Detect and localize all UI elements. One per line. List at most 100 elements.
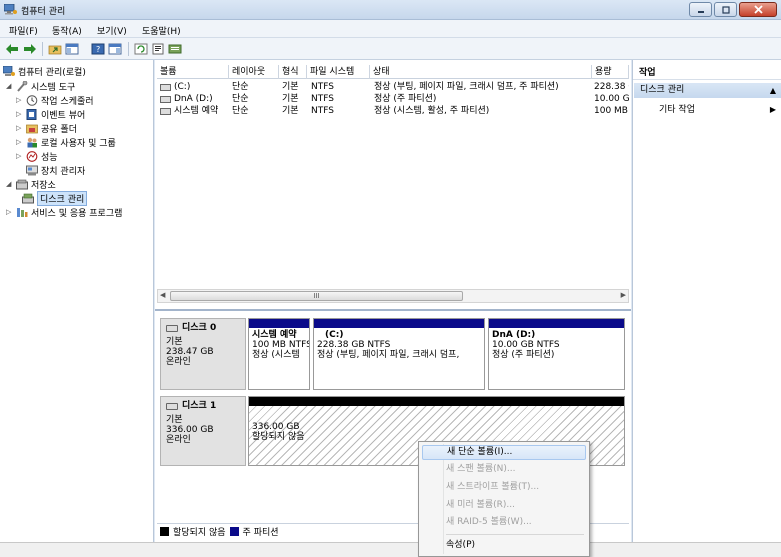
minimize-icon xyxy=(697,10,704,13)
help-button[interactable]: ? xyxy=(90,41,106,56)
legend-unallocated-label: 할당되지 않음 xyxy=(173,528,226,538)
back-button[interactable] xyxy=(4,41,20,56)
legend-primary-swatch xyxy=(229,527,239,536)
scrollbar-thumb[interactable]: III xyxy=(170,291,463,301)
disk-0-label[interactable]: 디스크 0 기본 238.47 GB 온라인 xyxy=(160,318,246,390)
maximize-icon xyxy=(721,5,730,14)
computer-management-icon xyxy=(3,65,15,76)
maximize-button[interactable] xyxy=(714,2,737,17)
tree-item-system-tools[interactable]: ◢ 시스템 도구 xyxy=(6,79,75,93)
column-header-type[interactable]: 형식 xyxy=(279,65,307,79)
forward-arrow-icon xyxy=(24,43,36,54)
collapse-up-icon[interactable]: ▲ xyxy=(770,83,776,98)
device-manager-icon xyxy=(26,165,38,175)
expand-arrow-icon[interactable]: ▷ xyxy=(16,110,24,118)
volume-table-header: 볼륨 레이아웃 형식 파일 시스템 상태 용량 xyxy=(157,65,629,79)
table-row[interactable]: (C:) 단순 기본 NTFS 정상 (부팅, 페이지 파일, 크래시 덤프, … xyxy=(157,81,629,93)
menu-action[interactable]: 동작(A) xyxy=(52,24,82,37)
title-bar: 컴퓨터 관리 xyxy=(0,0,781,20)
tree-item-shared-folders[interactable]: ▷ 공유 폴더 xyxy=(16,121,77,135)
folder-up-icon xyxy=(48,45,62,54)
menu-help[interactable]: 도움말(H) xyxy=(142,24,181,37)
table-row[interactable]: 시스템 예약 단순 기본 NTFS 정상 (시스템, 활성, 주 파티션) 10… xyxy=(157,105,629,117)
toolbar: ? xyxy=(0,38,781,60)
help-book-icon: ? xyxy=(91,43,105,54)
horizontal-scrollbar[interactable]: ◀ III ▶ xyxy=(157,289,629,303)
up-folder-button[interactable] xyxy=(47,41,63,56)
column-header-status[interactable]: 상태 xyxy=(370,65,592,79)
menu-view[interactable]: 보기(V) xyxy=(97,24,127,37)
expand-arrow-icon[interactable]: ▷ xyxy=(16,96,24,104)
shared-folder-icon xyxy=(26,124,38,133)
scroll-right-icon[interactable]: ▶ xyxy=(621,291,626,299)
legend-primary-label: 주 파티션 xyxy=(242,528,279,538)
tree-item-event-viewer[interactable]: ▷ 이벤트 뷰어 xyxy=(16,107,85,121)
disk-settings-button[interactable] xyxy=(167,41,183,56)
disk-management-icon xyxy=(22,193,34,203)
tree-item-local-users[interactable]: ▷ 로컬 사용자 및 그룹 xyxy=(16,135,116,149)
expand-arrow-icon[interactable]: ▷ xyxy=(6,208,14,216)
column-header-layout[interactable]: 레이아웃 xyxy=(229,65,279,79)
table-row[interactable]: DnA (D:) 단순 기본 NTFS 정상 (주 파티션) 10.00 G xyxy=(157,93,629,105)
column-header-filesystem[interactable]: 파일 시스템 xyxy=(307,65,370,79)
window-title: 컴퓨터 관리 xyxy=(21,7,66,17)
performance-icon xyxy=(26,150,38,162)
show-action-pane-button[interactable] xyxy=(107,41,123,56)
scroll-left-icon[interactable]: ◀ xyxy=(160,291,165,299)
menu-item-new-raid5-volume[interactable]: 새 RAID-5 볼륨(W)... xyxy=(422,515,586,530)
tree-item-root[interactable]: 컴퓨터 관리(로컬) xyxy=(3,64,86,78)
expand-arrow-icon[interactable]: ▷ xyxy=(16,138,24,146)
collapse-arrow-icon[interactable]: ◢ xyxy=(6,82,14,90)
close-button[interactable] xyxy=(739,2,777,17)
tree-item-task-scheduler[interactable]: ▷ 작업 스케줄러 xyxy=(16,93,94,107)
tree-item-device-manager[interactable]: 장치 관리자 xyxy=(26,163,85,177)
properties-button[interactable] xyxy=(150,41,166,56)
collapse-arrow-icon[interactable]: ◢ xyxy=(6,180,14,188)
minimize-button[interactable] xyxy=(689,2,712,17)
event-viewer-icon xyxy=(26,108,37,120)
forward-button[interactable] xyxy=(22,41,38,56)
disk-1-label[interactable]: 디스크 1 기본 336.00 GB 온라인 xyxy=(160,396,246,466)
actions-section-disk-management[interactable]: 디스크 관리 ▲ xyxy=(634,83,781,98)
menu-item-new-spanned-volume[interactable]: 새 스팬 볼륨(N)... xyxy=(422,462,586,477)
actions-pane: 작업 디스크 관리 ▲ 기타 작업 ▶ xyxy=(632,60,781,542)
menu-item-new-simple-volume[interactable]: 새 단순 볼륨(I)... xyxy=(422,445,586,460)
tree-item-services[interactable]: ▷ 서비스 및 응용 프로그램 xyxy=(6,205,122,219)
more-actions-item[interactable]: 기타 작업 xyxy=(659,104,695,116)
menu-item-new-mirrored-volume[interactable]: 새 미러 볼륨(R)... xyxy=(422,498,586,513)
column-header-volume[interactable]: 볼륨 xyxy=(157,65,229,79)
show-hide-tree-button[interactable] xyxy=(64,41,80,56)
refresh-button[interactable] xyxy=(133,41,149,56)
tree-item-performance[interactable]: ▷ 성능 xyxy=(16,149,58,163)
partition-system-reserved[interactable]: 시스템 예약 100 MB NTFS 정상 (시스템 xyxy=(248,318,310,390)
menu-bar: 파일(F) 동작(A) 보기(V) 도움말(H) xyxy=(0,20,781,38)
menu-item-new-striped-volume[interactable]: 새 스트라이프 볼륨(T)... xyxy=(422,480,586,495)
expand-arrow-icon[interactable]: ▷ xyxy=(16,124,24,132)
console-tree-icon xyxy=(65,43,79,54)
tree-item-disk-management[interactable]: 디스크 관리 xyxy=(22,190,88,206)
disk-settings-icon xyxy=(168,44,182,53)
expand-arrow-icon[interactable]: ▷ xyxy=(16,152,24,160)
submenu-arrow-icon: ▶ xyxy=(769,105,776,114)
refresh-icon xyxy=(134,43,148,54)
legend-unallocated-swatch xyxy=(160,527,169,536)
menu-item-properties[interactable]: 속성(P) xyxy=(422,538,586,553)
pane-splitter[interactable] xyxy=(155,309,631,311)
close-icon xyxy=(753,5,763,14)
svg-text:?: ? xyxy=(96,45,100,54)
volume-icon xyxy=(160,84,171,91)
storage-icon xyxy=(16,179,28,189)
disk-icon xyxy=(166,324,178,332)
action-pane-icon xyxy=(108,43,122,54)
partition-c[interactable]: (C:) 228.38 GB NTFS 정상 (부팅, 페이지 파일, 크래시 … xyxy=(313,318,485,390)
volume-icon xyxy=(160,108,171,115)
menu-file[interactable]: 파일(F) xyxy=(9,24,38,37)
volume-icon xyxy=(160,96,171,103)
computer-management-icon xyxy=(4,4,17,15)
properties-icon xyxy=(152,43,164,54)
services-icon xyxy=(17,207,28,217)
tools-icon xyxy=(17,80,28,92)
partition-d[interactable]: DnA (D:) 10.00 GB NTFS 정상 (주 파티션) xyxy=(488,318,625,390)
column-header-capacity[interactable]: 용량 xyxy=(592,65,629,79)
tree-item-storage[interactable]: ◢ 저장소 xyxy=(6,177,56,191)
